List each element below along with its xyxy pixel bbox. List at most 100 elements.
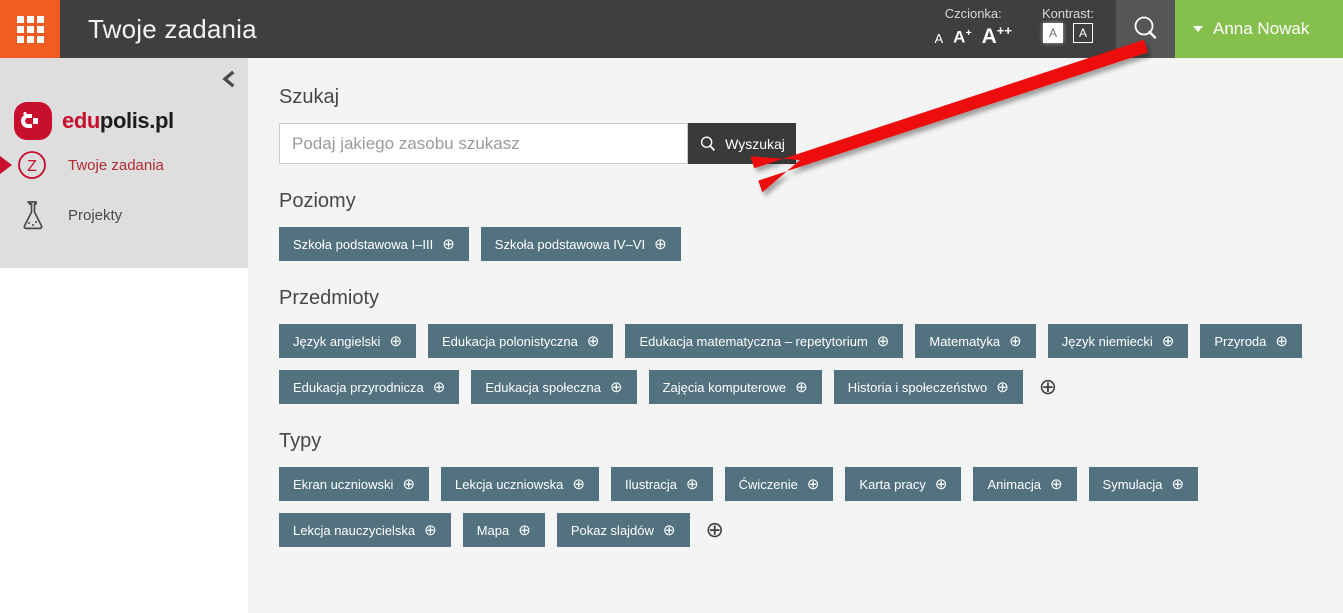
filter-tag-label: Edukacja polonistyczna [442, 333, 578, 349]
chevron-down-icon [1193, 26, 1203, 32]
font-size-medium-button[interactable]: A+ [953, 27, 971, 48]
top-header-bar: Twoje zadania Czcionka: A A+ A++ Kontras… [0, 0, 1343, 58]
main-content: Szukaj Wyszukaj Poziomy Szkoła podstawow… [248, 58, 1343, 613]
filter-tag[interactable]: Edukacja polonistyczna ⊕ [428, 324, 614, 358]
brand-name-second: polis.pl [99, 108, 174, 133]
font-size-small-button[interactable]: A [934, 31, 943, 46]
plus-circle-icon: ⊕ [1161, 332, 1175, 350]
search-icon [1134, 16, 1156, 39]
font-size-control: Czcionka: A A+ A++ [934, 6, 1011, 49]
plus-circle-icon: ⊕ [662, 521, 676, 539]
chevron-left-icon [222, 70, 235, 88]
filter-tag[interactable]: Lekcja nauczycielska ⊕ [279, 513, 451, 547]
contrast-dark-button[interactable]: A [1072, 23, 1093, 43]
plus-circle-icon: ⊕ [610, 378, 623, 396]
levels-section: Poziomy Szkoła podstawowa I–III ⊕ Szkoła p… [279, 190, 1343, 261]
accessibility-controls: Czcionka: A A+ A++ Kontrast: A A [934, 0, 1116, 58]
filter-tag[interactable]: Lekcja uczniowska ⊕ [441, 467, 599, 501]
brand-logo[interactable]: edupolis.pl [0, 58, 248, 140]
filter-tag[interactable]: Pokaz slajdów ⊕ [556, 513, 690, 547]
filter-tag[interactable]: Ekran uczniowski ⊕ [279, 467, 430, 501]
filter-tag-label: Matematyka [929, 333, 1001, 349]
filter-tag-label: Animacja [987, 476, 1041, 492]
filter-tag-label: Mapa [476, 522, 510, 538]
add-more-button[interactable]: ⊕ [702, 519, 728, 541]
filter-tag[interactable]: Matematyka ⊕ [915, 324, 1036, 358]
filter-tag[interactable]: Szkoła podstawowa I–III ⊕ [279, 227, 469, 261]
filter-tag-label: Historia i społeczeństwo [847, 379, 988, 395]
filter-tag[interactable]: Edukacja społeczna ⊕ [471, 370, 637, 404]
filter-tag[interactable]: Język angielski ⊕ [279, 324, 417, 358]
filter-tag[interactable]: Animacja ⊕ [973, 467, 1077, 501]
plus-circle-icon: ⊕ [1275, 332, 1288, 350]
filter-tag-label: Ekran uczniowski [293, 476, 394, 492]
contrast-light-button[interactable]: A [1042, 23, 1063, 43]
filter-tag[interactable]: Edukacja matematyczna – repetytorium ⊕ [625, 324, 904, 358]
levels-heading: Poziomy [279, 190, 356, 212]
plus-circle-icon: ⊕ [1009, 332, 1022, 350]
filter-tag-label: Przyroda [1214, 333, 1267, 349]
types-section: Typy Ekran uczniowski ⊕ Lekcja uczniowska ⊕… [279, 430, 1343, 547]
font-size-label: Czcionka: [944, 6, 1002, 21]
application-window: Twoje zadania Czcionka: A A+ A++ Kontras… [0, 0, 1343, 613]
font-size-large-button[interactable]: A++ [982, 23, 1012, 49]
filter-tag-label: Język angielski [293, 333, 381, 349]
filter-tag-label: Edukacja matematyczna – repetytorium [639, 333, 868, 349]
filter-tag[interactable]: Ćwiczenie ⊕ [724, 467, 834, 501]
sidebar-item-projekty[interactable]: Projekty [0, 190, 248, 240]
filter-tag[interactable]: Zajęcia komputerowe ⊕ [648, 370, 822, 404]
search-icon [701, 135, 715, 151]
header-search-button[interactable] [1116, 0, 1175, 58]
user-menu[interactable]: Anna Nowak [1175, 0, 1343, 58]
search-submit-label: Wyszukaj [725, 135, 785, 152]
search-section: Szukaj Wyszukaj [279, 86, 1343, 164]
plus-circle-icon: ⊕ [934, 475, 948, 493]
filter-tag[interactable]: Historia i społeczeństwo ⊕ [833, 370, 1023, 404]
plus-circle-icon: ⊕ [586, 332, 600, 350]
filter-tag[interactable]: Przyroda ⊕ [1200, 324, 1302, 358]
filter-tag-label: Edukacja społeczna [485, 379, 602, 395]
contrast-label: Kontrast: [1041, 6, 1094, 21]
search-submit-button[interactable]: Wyszukaj [688, 123, 796, 164]
active-pointer-icon [0, 156, 12, 174]
contrast-control: Kontrast: A A [1042, 6, 1094, 43]
letter-z-circle-icon: Z [14, 149, 50, 181]
levels-tag-list: Szkoła podstawowa I–III ⊕ Szkoła podstawow… [279, 227, 1343, 261]
sidebar-item-twoje-zadania[interactable]: Z Twoje zadania [0, 140, 248, 190]
user-name: Anna Nowak [1213, 19, 1310, 38]
plus-circle-icon: ⊕ [1171, 475, 1185, 493]
plus-circle-icon: ⊕ [424, 521, 437, 539]
filter-tag[interactable]: Karta pracy ⊕ [845, 467, 962, 501]
plus-circle-icon: ⊕ [389, 332, 403, 350]
filter-tag-label: Język niemiecki [1061, 333, 1153, 349]
types-heading: Typy [279, 430, 322, 452]
filter-tag[interactable]: Mapa ⊕ [462, 513, 545, 547]
filter-tag-label: Symulacja [1102, 476, 1163, 492]
search-heading: Szukaj [279, 86, 340, 108]
apps-grid-button[interactable] [0, 0, 60, 58]
svg-text:Z: Z [27, 158, 37, 175]
filter-tag[interactable]: Ilustracja ⊕ [610, 467, 713, 501]
sidebar-collapse-button[interactable] [220, 70, 236, 92]
brand-name-first: edu [62, 108, 100, 133]
filter-tag-label: Pokaz slajdów [570, 522, 654, 538]
plus-circle-icon: ⊕ [572, 475, 585, 493]
filter-tag[interactable]: Język niemiecki ⊕ [1047, 324, 1189, 358]
page-title: Twoje zadania [88, 13, 257, 44]
plus-circle-icon: ⊕ [795, 378, 808, 396]
plus-circle-icon: ⊕ [654, 235, 667, 253]
filter-tag[interactable]: Symulacja ⊕ [1088, 467, 1199, 501]
filter-tag-label: Edukacja przyrodnicza [293, 379, 424, 395]
types-tag-list: Ekran uczniowski ⊕ Lekcja uczniowska ⊕ Ilust… [279, 467, 1343, 547]
plus-circle-icon: ⊕ [442, 235, 455, 253]
filter-tag-label: Karta pracy [859, 476, 926, 492]
sidebar-item-label: Twoje zadania [68, 156, 164, 174]
filter-tag[interactable]: Szkoła podstawowa IV–VI ⊕ [480, 227, 681, 261]
add-more-button[interactable]: ⊕ [1035, 376, 1061, 398]
filter-tag[interactable]: Edukacja przyrodnicza ⊕ [279, 370, 460, 404]
sidebar-item-label: Projekty [68, 206, 123, 224]
filter-tag-label: Lekcja uczniowska [455, 476, 564, 492]
plus-circle-icon: ⊕ [1049, 475, 1063, 493]
plus-circle-icon: ⊕ [876, 332, 890, 350]
search-input[interactable] [279, 123, 688, 164]
